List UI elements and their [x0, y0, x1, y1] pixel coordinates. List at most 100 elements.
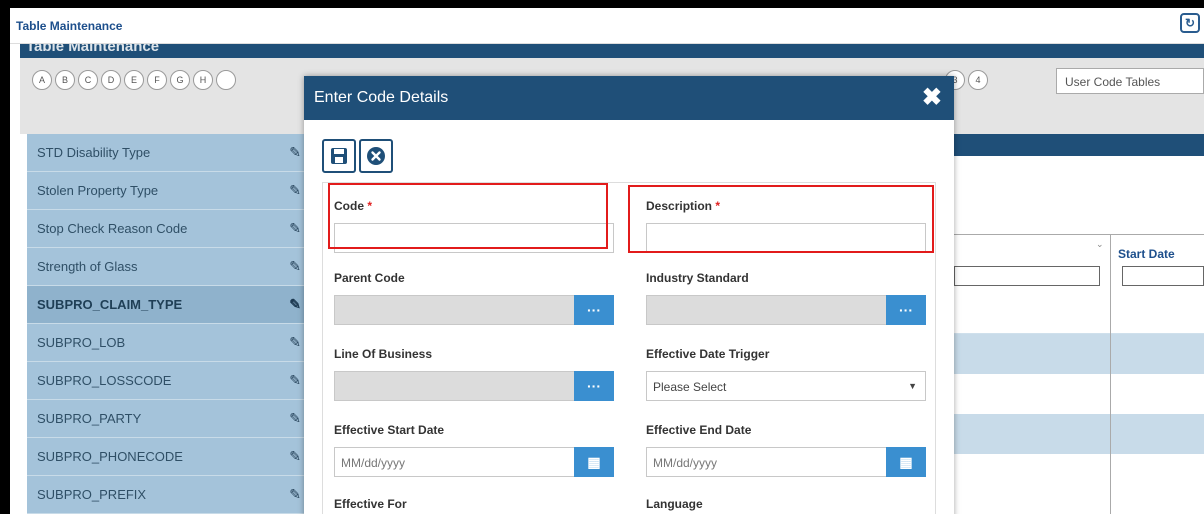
- alpha-d-button[interactable]: D: [101, 70, 121, 90]
- list-item-label: SUBPRO_LOB: [37, 335, 126, 350]
- start-date-column-header[interactable]: Start Date: [1118, 247, 1175, 261]
- dialog-title: Enter Code Details: [314, 89, 449, 106]
- top-bar: Table Maintenance ↻: [10, 8, 1204, 44]
- edit-pencil-icon[interactable]: ✎: [289, 486, 301, 503]
- table-row[interactable]: [954, 334, 1204, 374]
- cancel-circle-icon: [367, 147, 385, 165]
- list-item[interactable]: SUBPRO_PREFIX ✎: [27, 476, 307, 514]
- list-item[interactable]: SUBPRO_PHONECODE ✎: [27, 438, 307, 476]
- close-icon[interactable]: ✖: [922, 84, 942, 112]
- alpha-a-button[interactable]: A: [32, 70, 52, 90]
- parent-code-field: Parent Code ···: [334, 271, 614, 325]
- effective-start-date-input[interactable]: MM/dd/yyyy ▦: [334, 447, 614, 477]
- page-title: Table Maintenance: [26, 44, 160, 55]
- list-item-label: STD Disability Type: [37, 145, 151, 160]
- column-divider: [1110, 234, 1111, 514]
- list-item[interactable]: STD Disability Type ✎: [27, 134, 307, 172]
- table-row[interactable]: [954, 374, 1204, 414]
- edit-pencil-icon[interactable]: ✎: [289, 372, 301, 389]
- effective-start-date-label: Effective Start Date: [334, 423, 445, 437]
- dialog-header: Enter Code Details ✖: [304, 76, 954, 120]
- list-item-label: SUBPRO_PARTY: [37, 411, 142, 426]
- edit-pencil-icon[interactable]: ✎: [289, 144, 301, 161]
- list-item-label: Strength of Glass: [37, 259, 138, 274]
- line-of-business-label: Line Of Business: [334, 347, 433, 361]
- industry-standard-field: Industry Standard ···: [646, 271, 926, 325]
- table-row[interactable]: [954, 414, 1204, 454]
- app-frame: Table Maintenance ↻ Table Maintenance A …: [10, 8, 1204, 514]
- calendar-icon[interactable]: ▦: [574, 447, 614, 477]
- line-of-business-input[interactable]: ···: [334, 371, 614, 401]
- effective-for-label: Effective For: [334, 497, 407, 511]
- alpha-c-button[interactable]: C: [78, 70, 98, 90]
- alpha-4-button[interactable]: 4: [968, 70, 988, 90]
- edit-pencil-icon[interactable]: ✎: [289, 410, 301, 427]
- alpha-f-button[interactable]: F: [147, 70, 167, 90]
- parent-code-input[interactable]: ···: [334, 295, 614, 325]
- description-highlight-box: [628, 185, 934, 253]
- window-title: Table Maintenance: [16, 19, 123, 33]
- industry-standard-input[interactable]: ···: [646, 295, 926, 325]
- table-row[interactable]: [954, 454, 1204, 494]
- list-item-label: SUBPRO_PHONECODE: [37, 449, 183, 464]
- edit-pencil-icon[interactable]: ✎: [289, 334, 301, 351]
- calendar-icon[interactable]: ▦: [886, 447, 926, 477]
- code-details-form: Code * Description * Parent Code ··· Ind…: [322, 182, 936, 514]
- dropdown-arrow-icon: ▼: [908, 381, 917, 391]
- grid-header-band: [954, 134, 1204, 156]
- alpha-button[interactable]: [216, 70, 236, 90]
- list-item-label: SUBPRO_CLAIM_TYPE: [37, 297, 183, 312]
- alpha-g-button[interactable]: G: [170, 70, 190, 90]
- list-item[interactable]: Strength of Glass ✎: [27, 248, 307, 286]
- grid-column-header: ⌄ Start Date: [954, 234, 1204, 264]
- edit-pencil-icon[interactable]: ✎: [289, 258, 301, 275]
- parent-code-lookup-button[interactable]: ···: [574, 295, 614, 325]
- code-highlight-box: [328, 183, 608, 249]
- table-type-select[interactable]: User Code Tables: [1056, 68, 1204, 94]
- list-item[interactable]: SUBPRO_LOB ✎: [27, 324, 307, 362]
- list-item-label: Stop Check Reason Code: [37, 221, 188, 236]
- edit-pencil-icon[interactable]: ✎: [289, 296, 301, 313]
- effective-date-trigger-value: Please Select: [653, 380, 727, 394]
- list-item-selected[interactable]: SUBPRO_CLAIM_TYPE ✎: [27, 286, 307, 324]
- cancel-button[interactable]: [359, 139, 393, 173]
- column-menu-icon[interactable]: ⌄: [1096, 239, 1104, 250]
- language-field: Language: [646, 497, 926, 513]
- line-of-business-lookup-button[interactable]: ···: [574, 371, 614, 401]
- list-item-label: Stolen Property Type: [37, 183, 159, 198]
- refresh-icon[interactable]: ↻: [1180, 13, 1200, 33]
- language-label: Language: [646, 497, 703, 511]
- alpha-h-button[interactable]: H: [193, 70, 213, 90]
- list-item[interactable]: SUBPRO_PARTY ✎: [27, 400, 307, 438]
- table-row[interactable]: [954, 294, 1204, 334]
- page-header: Table Maintenance: [20, 44, 1204, 58]
- code-table-list: STD Disability Type ✎ Stolen Property Typ…: [27, 134, 307, 514]
- list-item[interactable]: Stop Check Reason Code ✎: [27, 210, 307, 248]
- industry-standard-lookup-button[interactable]: ···: [886, 295, 926, 325]
- list-item[interactable]: Stolen Property Type ✎: [27, 172, 307, 210]
- effective-for-field: Effective For: [334, 497, 614, 513]
- effective-start-date-field: Effective Start Date MM/dd/yyyy ▦: [334, 423, 614, 477]
- edit-pencil-icon[interactable]: ✎: [289, 220, 301, 237]
- edit-pencil-icon[interactable]: ✎: [289, 448, 301, 465]
- parent-code-label: Parent Code: [334, 271, 405, 285]
- effective-date-trigger-field: Effective Date Trigger Please Select ▼: [646, 347, 926, 401]
- line-of-business-field: Line Of Business ···: [334, 347, 614, 401]
- dialog-toolbar: [322, 139, 393, 173]
- effective-date-trigger-label: Effective Date Trigger: [646, 347, 770, 361]
- edit-pencil-icon[interactable]: ✎: [289, 182, 301, 199]
- effective-end-date-label: Effective End Date: [646, 423, 752, 437]
- alpha-e-button[interactable]: E: [124, 70, 144, 90]
- effective-end-date-input[interactable]: MM/dd/yyyy ▦: [646, 447, 926, 477]
- effective-end-date-placeholder: MM/dd/yyyy: [653, 456, 718, 470]
- save-button[interactable]: [322, 139, 356, 173]
- grid-filter-input[interactable]: [954, 266, 1100, 286]
- alpha-b-button[interactable]: B: [55, 70, 75, 90]
- list-item-label: SUBPRO_PREFIX: [37, 487, 147, 502]
- effective-date-trigger-select[interactable]: Please Select ▼: [646, 371, 926, 401]
- list-item-label: SUBPRO_LOSSCODE: [37, 373, 172, 388]
- industry-standard-label: Industry Standard: [646, 271, 749, 285]
- start-date-filter-input[interactable]: [1122, 266, 1204, 286]
- save-icon: [331, 148, 347, 164]
- list-item[interactable]: SUBPRO_LOSSCODE ✎: [27, 362, 307, 400]
